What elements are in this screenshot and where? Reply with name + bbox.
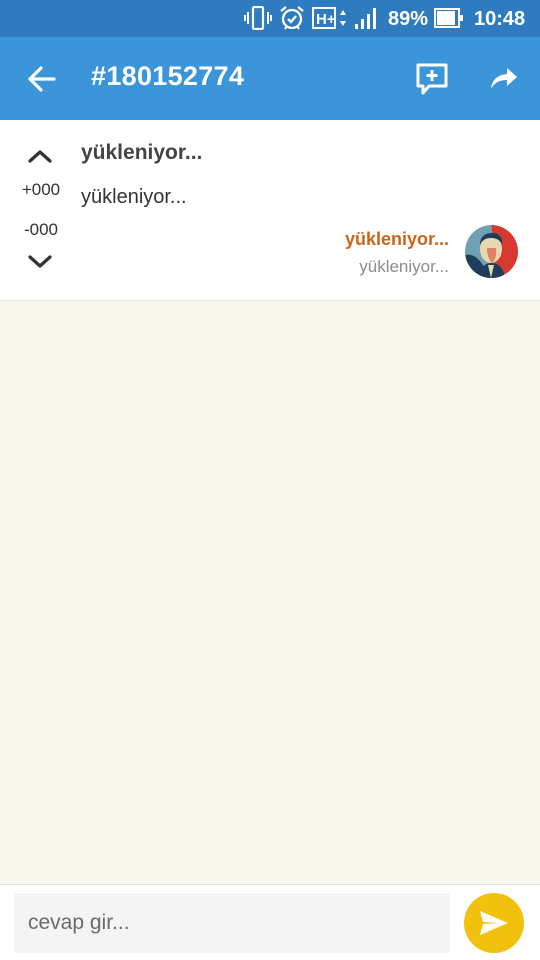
reply-bar (0, 884, 540, 960)
network-h-plus-icon: H+ (312, 6, 348, 30)
signal-icon (354, 6, 380, 30)
vote-column: +000 -000 (12, 120, 70, 301)
share-icon (491, 68, 517, 89)
network-type-label: H+ (316, 11, 336, 28)
reply-input[interactable] (14, 893, 450, 953)
alarm-icon (278, 6, 306, 30)
chevron-up-icon (28, 150, 52, 163)
downvote-count: -000 (23, 220, 59, 239)
app-bar: #180152774 (0, 37, 540, 120)
send-button[interactable] (464, 893, 524, 953)
upvote-count: +000 (21, 180, 61, 199)
battery-icon (434, 6, 464, 30)
add-comment-button[interactable] (410, 59, 454, 99)
downvote-button[interactable] (24, 250, 56, 274)
clock: 10:48 (474, 8, 526, 30)
entry-title: yükleniyor... (81, 141, 203, 164)
status-bar: H+ 89% 10:48 (0, 0, 540, 37)
vibrate-icon (244, 6, 272, 30)
chevron-down-icon (28, 255, 52, 268)
entry-body: yükleniyor... (81, 186, 187, 208)
send-icon (480, 911, 508, 935)
replies-area (0, 301, 540, 884)
entry-card: +000 -000 yükleniyor... yükleniyor... yü… (0, 120, 540, 301)
page-title: #180152774 (91, 61, 245, 91)
entry-date: yükleniyor... (359, 257, 449, 276)
back-button[interactable] (22, 59, 62, 99)
battery-percent: 89% (388, 8, 429, 30)
share-button[interactable] (484, 59, 524, 99)
comment-plus-icon (416, 63, 448, 95)
avatar[interactable] (465, 225, 518, 278)
author-name[interactable]: yükleniyor... (345, 229, 449, 250)
arrow-left-icon (28, 66, 56, 92)
upvote-button[interactable] (24, 144, 56, 168)
